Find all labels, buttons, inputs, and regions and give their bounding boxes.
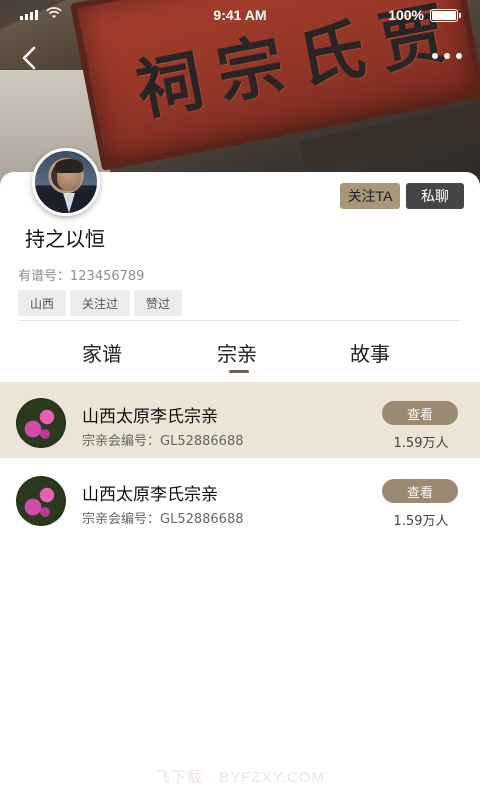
list-item[interactable]: 山西太原李氏宗亲 宗亲会编号：GL52886688 查看 1.59万人 xyxy=(0,382,480,458)
clan-code: 宗亲会编号：GL52886688 xyxy=(82,434,244,449)
username: 持之以恒 xyxy=(25,227,105,251)
clan-title: 山西太原李氏宗亲 xyxy=(82,407,218,427)
pedigree-label: 有谱号： xyxy=(18,269,71,284)
chevron-left-icon xyxy=(22,46,36,70)
tag-liked[interactable]: 赞过 xyxy=(134,290,183,316)
pedigree-number: 有谱号：123456789 xyxy=(18,265,144,284)
tab-family-tree[interactable]: 家谱 xyxy=(82,338,122,367)
back-button[interactable] xyxy=(16,44,44,72)
member-count: 1.59万人 xyxy=(393,436,449,451)
clan-code: 宗亲会编号：GL52886688 xyxy=(82,512,244,527)
list-item[interactable]: 山西太原李氏宗亲 宗亲会编号：GL52886688 查看 1.59万人 xyxy=(0,460,480,536)
clan-title: 山西太原李氏宗亲 xyxy=(82,485,218,505)
clan-avatar xyxy=(16,398,66,448)
divider xyxy=(18,320,460,321)
more-button[interactable] xyxy=(432,46,462,66)
tag-list: 山西 关注过 赞过 xyxy=(18,290,183,316)
active-tab-indicator xyxy=(229,370,249,373)
more-horizontal-icon xyxy=(432,53,438,59)
watermark: 飞下载 · BYFZXY.COM xyxy=(155,769,325,786)
tab-stories[interactable]: 故事 xyxy=(350,338,390,367)
tag-region[interactable]: 山西 xyxy=(18,290,67,316)
tag-followed[interactable]: 关注过 xyxy=(70,290,131,316)
status-bar: 9:41 AM 100% xyxy=(0,0,480,30)
private-message-button[interactable]: 私聊 xyxy=(406,183,464,209)
battery-percent: 100% xyxy=(388,7,424,23)
pedigree-value: 123456789 xyxy=(70,269,145,284)
avatar[interactable] xyxy=(32,148,100,216)
member-count: 1.59万人 xyxy=(393,514,449,529)
battery-icon xyxy=(430,9,461,22)
plaque-character: 祠 xyxy=(129,40,212,131)
view-button[interactable]: 查看 xyxy=(382,401,458,425)
tab-clansmen[interactable]: 宗亲 xyxy=(217,338,257,367)
follow-button[interactable]: 关注TA xyxy=(340,183,400,209)
clan-avatar xyxy=(16,476,66,526)
view-button[interactable]: 查看 xyxy=(382,479,458,503)
